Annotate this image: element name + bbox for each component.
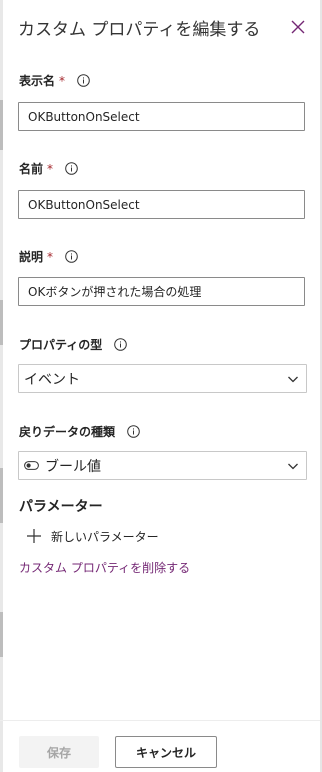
- description-label: 説明 *: [19, 248, 78, 265]
- save-button[interactable]: 保存: [19, 736, 99, 768]
- cancel-button[interactable]: キャンセル: [115, 736, 217, 768]
- close-button[interactable]: [286, 15, 310, 39]
- chevron-down-icon: [287, 373, 299, 385]
- close-icon: [291, 20, 305, 34]
- info-icon[interactable]: [65, 162, 78, 175]
- required-mark: *: [47, 161, 54, 176]
- required-mark: *: [47, 249, 54, 264]
- info-icon[interactable]: [114, 338, 128, 351]
- edit-custom-property-panel: カスタム プロパティを編集する 表示名 * 名前 * 説明 * プロパティの型: [0, 0, 322, 772]
- edge-band: [0, 468, 3, 523]
- chevron-down-icon: [287, 460, 299, 472]
- add-parameter-button[interactable]: 新しいパラメーター: [26, 526, 159, 546]
- return-type-dropdown[interactable]: ブール値: [18, 451, 307, 480]
- toggle-icon: [24, 461, 39, 470]
- return-type-value: ブール値: [45, 458, 101, 475]
- description-input[interactable]: [18, 277, 305, 306]
- delete-property-link[interactable]: カスタム プロパティを削除する: [19, 559, 190, 576]
- left-edge: [0, 0, 3, 772]
- panel-title: カスタム プロパティを編集する: [18, 20, 261, 40]
- property-type-label: プロパティの型: [19, 336, 128, 353]
- info-icon[interactable]: [127, 425, 140, 438]
- name-label: 名前 *: [19, 160, 78, 177]
- return-type-label-text: 戻りデータの種類: [19, 425, 116, 439]
- property-type-label-text: プロパティの型: [19, 338, 103, 352]
- edge-band: [0, 100, 3, 150]
- return-type-label: 戻りデータの種類: [19, 423, 140, 440]
- property-type-dropdown[interactable]: イベント: [18, 364, 307, 393]
- parameters-heading: パラメーター: [19, 499, 103, 515]
- info-icon[interactable]: [65, 250, 78, 263]
- name-input[interactable]: [18, 190, 305, 219]
- display-name-label-text: 表示名: [19, 74, 56, 88]
- description-label-text: 説明: [19, 250, 44, 264]
- edge-band: [0, 612, 3, 657]
- display-name-input[interactable]: [18, 102, 305, 131]
- add-parameter-label: 新しいパラメーター: [51, 529, 159, 544]
- info-icon[interactable]: [77, 74, 90, 87]
- property-type-value: イベント: [24, 371, 80, 388]
- edge-band: [0, 300, 3, 345]
- display-name-label: 表示名 *: [19, 72, 90, 89]
- footer-divider: [0, 720, 320, 721]
- name-label-text: 名前: [19, 162, 44, 176]
- required-mark: *: [59, 73, 66, 88]
- plus-icon: [27, 529, 41, 543]
